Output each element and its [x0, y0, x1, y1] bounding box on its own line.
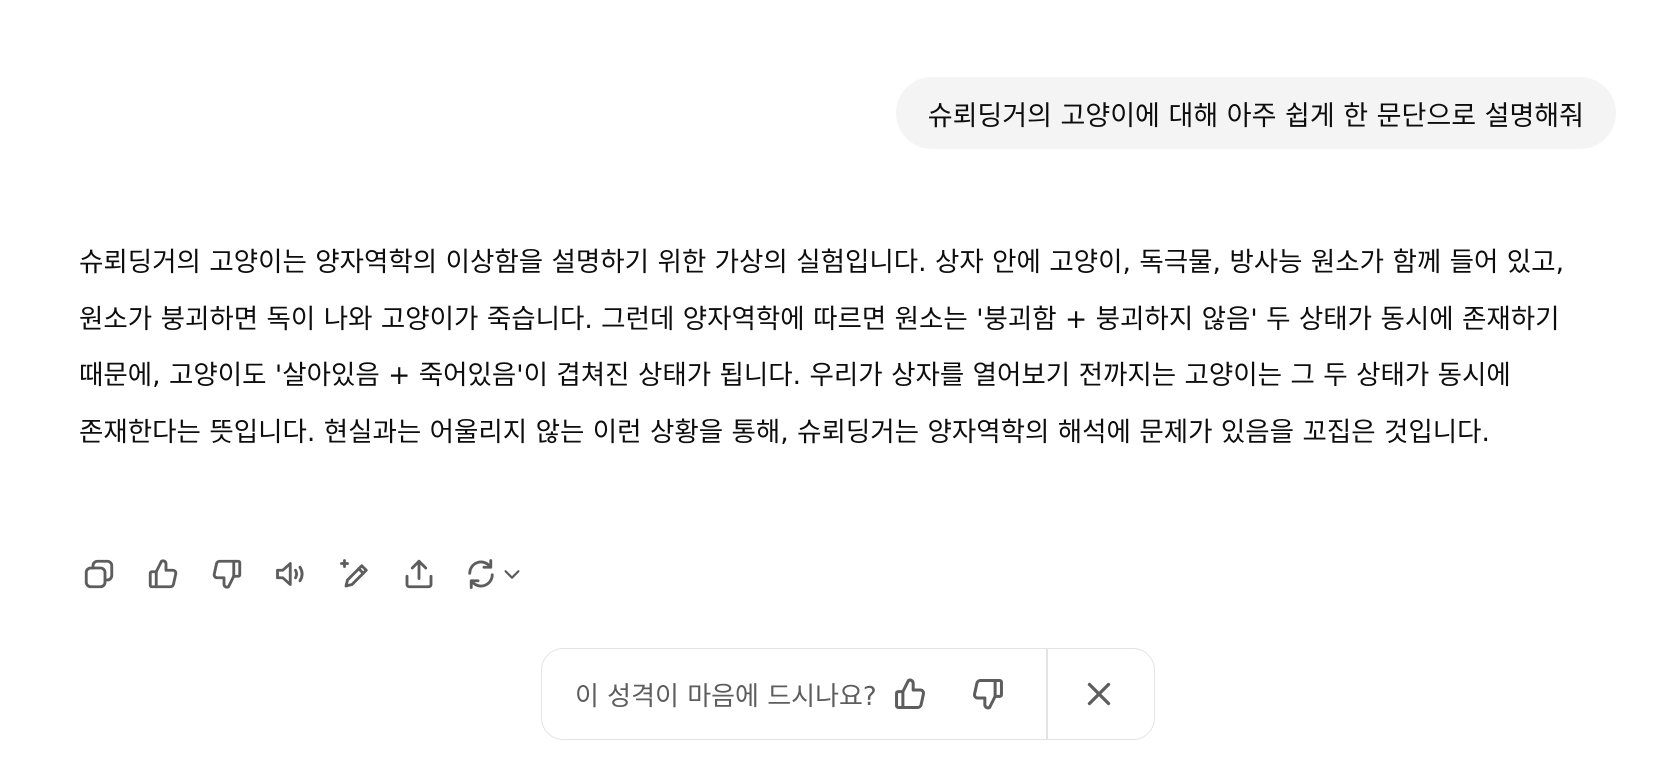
share-icon [405, 559, 433, 589]
read-aloud-button[interactable] [271, 554, 311, 594]
thumbs-up-icon [895, 678, 925, 709]
thumbs-down-icon [973, 679, 1003, 710]
user-message-text: 슈뢰딩거의 고양이에 대해 아주 쉽게 한 문단으로 설명해줘 [927, 100, 1584, 132]
user-message-bubble: 슈뢰딩거의 고양이에 대해 아주 쉽게 한 문단으로 설명해줘 [895, 77, 1616, 149]
read-aloud-icon [276, 562, 304, 586]
feedback-like-button[interactable] [888, 672, 932, 716]
edit-response-button[interactable] [335, 554, 375, 594]
regenerate-button[interactable] [463, 554, 529, 594]
bad-response-button[interactable] [207, 554, 247, 594]
assistant-message-text: 슈뢰딩거의 고양이는 양자역학의 이상함을 설명하기 위한 가상의 실험입니다.… [79, 247, 1564, 448]
good-response-button[interactable] [143, 554, 183, 594]
thumbs-down-icon [212, 559, 242, 589]
close-icon [1087, 682, 1110, 706]
feedback-dislike-button[interactable] [966, 672, 1010, 716]
copy-icon [84, 559, 114, 589]
message-action-bar [79, 554, 553, 594]
copy-button[interactable] [79, 554, 119, 594]
thumbs-up-icon [148, 559, 178, 589]
feedback-close-button[interactable] [1077, 672, 1121, 716]
edit-sparkle-icon [340, 559, 368, 588]
feedback-divider [1046, 648, 1048, 740]
chevron-down-icon [504, 570, 520, 579]
share-button[interactable] [399, 554, 439, 594]
personality-feedback-panel: 이 성격이 마음에 드시나요? [541, 648, 1155, 740]
feedback-question: 이 성격이 마음에 드시나요? [575, 681, 877, 712]
regenerate-icon [468, 559, 494, 589]
